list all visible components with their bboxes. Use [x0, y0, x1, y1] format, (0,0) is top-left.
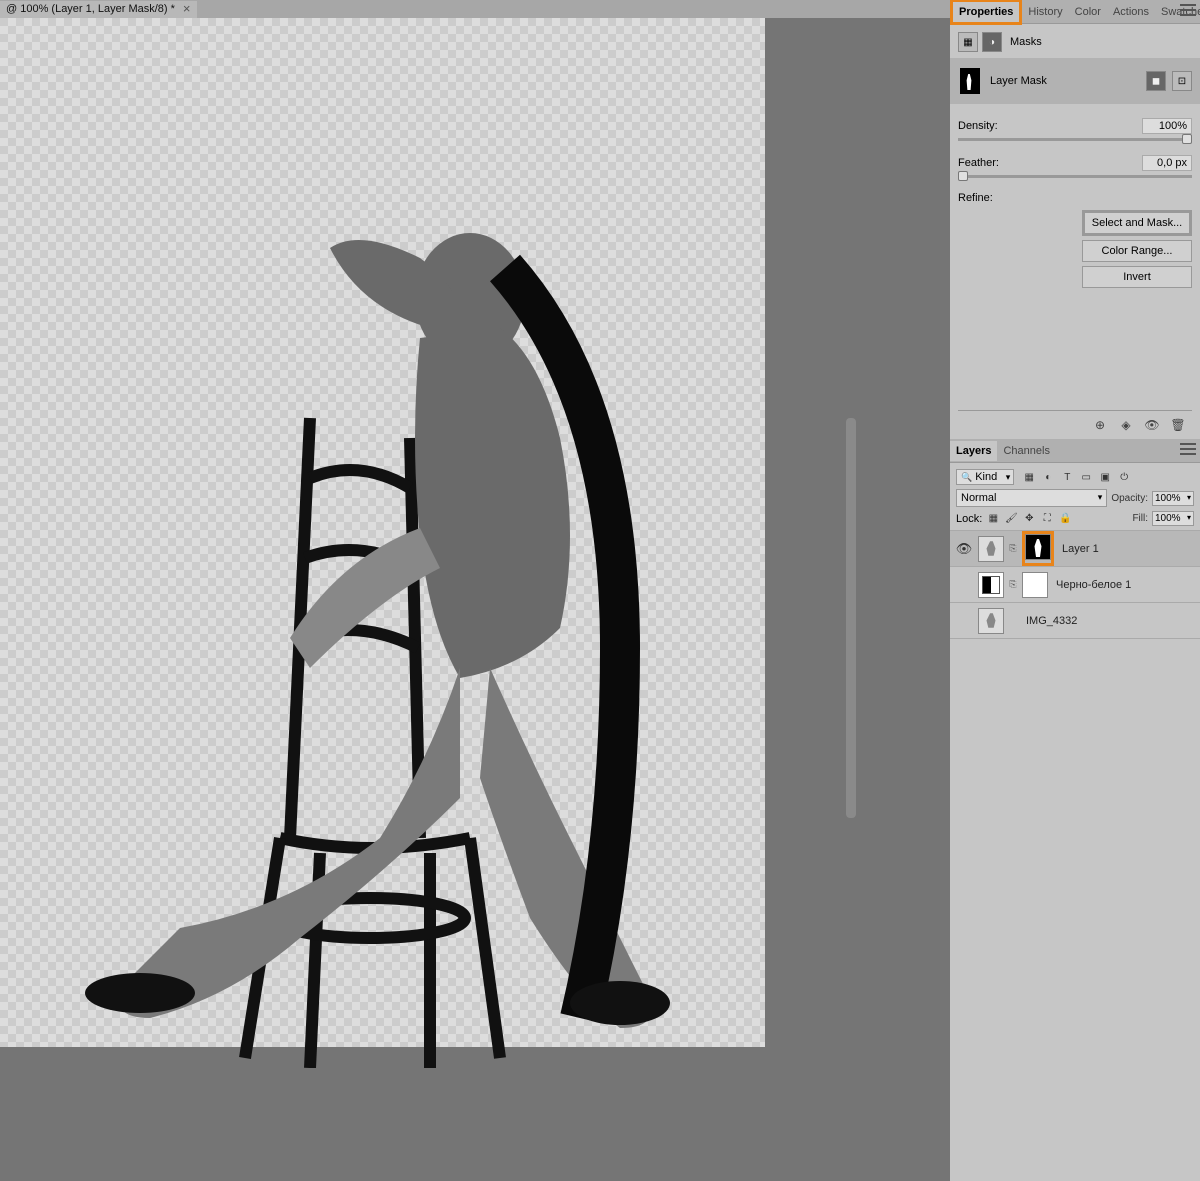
layer-name[interactable]: Layer 1: [1062, 543, 1099, 555]
workspace-area: [0, 18, 856, 1181]
layer-name[interactable]: IMG_4332: [1026, 615, 1077, 627]
filter-shape-icon[interactable]: ▭: [1079, 470, 1093, 484]
properties-title: Masks: [1010, 36, 1042, 48]
panel-menu-icon[interactable]: [1180, 443, 1196, 455]
lock-artboard-icon[interactable]: ⛶: [1040, 512, 1054, 526]
tab-actions[interactable]: Actions: [1107, 2, 1155, 22]
slider-thumb[interactable]: [1182, 134, 1192, 144]
link-icon[interactable]: ⎘: [1008, 543, 1018, 554]
add-pixel-mask-icon[interactable]: ◼: [1146, 71, 1166, 91]
feather-slider[interactable]: [958, 175, 1192, 178]
kind-filter-select[interactable]: Kind: [956, 469, 1014, 485]
canvas[interactable]: [0, 18, 765, 1047]
layers-list: 👁 ⎘ Layer 1 ⎘ Черно-белое 1 IMG_4332: [950, 530, 1200, 639]
layer-row[interactable]: ⎘ Черно-белое 1: [950, 567, 1200, 603]
bottom-panel-tabs: Layers Channels: [950, 439, 1200, 463]
panel-menu-icon[interactable]: [1180, 4, 1196, 16]
opacity-label: Opacity:: [1111, 493, 1148, 504]
filter-adjustment-icon[interactable]: ◐: [1041, 470, 1055, 484]
document-title: @ 100% (Layer 1, Layer Mask/8) *: [6, 3, 175, 15]
filter-toggle-icon[interactable]: ⏻: [1117, 470, 1131, 484]
trash-icon[interactable]: 🗑: [1170, 417, 1186, 433]
mask-label: Layer Mask: [990, 75, 1047, 87]
tab-properties[interactable]: Properties: [950, 0, 1022, 25]
fill-label: Fill:: [1132, 513, 1148, 524]
tab-history[interactable]: History: [1022, 2, 1068, 22]
lock-label: Lock:: [956, 513, 982, 525]
invert-button[interactable]: Invert: [1082, 266, 1192, 288]
color-range-button[interactable]: Color Range...: [1082, 240, 1192, 262]
lock-position-icon[interactable]: ✥: [1022, 512, 1036, 526]
load-selection-icon[interactable]: ⊕: [1092, 417, 1108, 433]
filter-smart-icon[interactable]: ▣: [1098, 470, 1112, 484]
density-slider[interactable]: [958, 138, 1192, 141]
slider-thumb[interactable]: [958, 171, 968, 181]
mask-thumbnail: [960, 68, 980, 94]
tab-layers[interactable]: Layers: [950, 441, 997, 461]
select-and-mask-button[interactable]: Select and Mask...: [1082, 210, 1192, 236]
density-input[interactable]: [1142, 118, 1192, 134]
properties-footer: ⊕ ◈ 👁 🗑: [958, 410, 1192, 439]
layer-filter-row: Kind ▦ ◐ T ▭ ▣ ⏻: [956, 469, 1194, 485]
fill-input[interactable]: 100%: [1152, 511, 1194, 526]
layer-name[interactable]: Черно-белое 1: [1056, 579, 1131, 591]
lock-pixels-icon[interactable]: 🖌: [1004, 512, 1018, 526]
layer-mask-thumbnail[interactable]: [1025, 534, 1051, 560]
lock-row: Lock: ▦ 🖌 ✥ ⛶ 🔒 Fill: 100%: [956, 511, 1194, 526]
toggle-visibility-icon[interactable]: 👁: [1144, 417, 1160, 433]
tab-channels[interactable]: Channels: [997, 441, 1055, 461]
filter-pixel-icon[interactable]: ▦: [1022, 470, 1036, 484]
vertical-scrollbar[interactable]: [846, 418, 856, 818]
add-vector-mask-icon[interactable]: ⊡: [1172, 71, 1192, 91]
tab-color[interactable]: Color: [1069, 2, 1107, 22]
density-group: Density:: [958, 118, 1192, 141]
refine-label: Refine:: [958, 192, 1192, 204]
layer-row[interactable]: IMG_4332: [950, 603, 1200, 639]
document-tab[interactable]: @ 100% (Layer 1, Layer Mask/8) * ×: [0, 1, 197, 18]
link-icon[interactable]: ⎘: [1008, 579, 1018, 590]
blend-mode-select[interactable]: Normal: [956, 489, 1107, 507]
layer-row[interactable]: 👁 ⎘ Layer 1: [950, 531, 1200, 567]
properties-panel: ▦ ◑ Masks Layer Mask ◼ ⊡ Density: Feathe…: [950, 24, 1200, 439]
blend-row: Normal Opacity: 100%: [956, 489, 1194, 507]
visibility-toggle-icon[interactable]: 👁: [954, 541, 974, 557]
layer-thumbnail[interactable]: [978, 608, 1004, 634]
density-label: Density:: [958, 120, 998, 132]
filter-type-icon[interactable]: T: [1060, 470, 1074, 484]
subject-image: [60, 198, 680, 1068]
mask-icon[interactable]: ◑: [982, 32, 1002, 52]
lock-transparency-icon[interactable]: ▦: [986, 512, 1000, 526]
layer-thumbnail[interactable]: [978, 536, 1004, 562]
layer-mask-row: Layer Mask ◼ ⊡: [950, 58, 1200, 104]
apply-mask-icon[interactable]: ◈: [1118, 417, 1134, 433]
opacity-input[interactable]: 100%: [1152, 491, 1194, 506]
layers-panel: Kind ▦ ◐ T ▭ ▣ ⏻ Normal Opacity: 100% Lo…: [950, 463, 1200, 1181]
close-icon[interactable]: ×: [183, 4, 191, 14]
pixels-mask-icon[interactable]: ▦: [958, 32, 978, 52]
layer-mask-thumbnail[interactable]: [1022, 572, 1048, 598]
adjustment-thumbnail[interactable]: [978, 572, 1004, 598]
feather-label: Feather:: [958, 157, 999, 169]
feather-input[interactable]: [1142, 155, 1192, 171]
feather-group: Feather:: [958, 155, 1192, 178]
properties-header: ▦ ◑ Masks: [958, 32, 1192, 58]
lock-all-icon[interactable]: 🔒: [1058, 512, 1072, 526]
top-panel-tabs: Properties History Color Actions Swatche…: [950, 0, 1200, 24]
right-panel-column: Properties History Color Actions Swatche…: [950, 0, 1200, 1181]
